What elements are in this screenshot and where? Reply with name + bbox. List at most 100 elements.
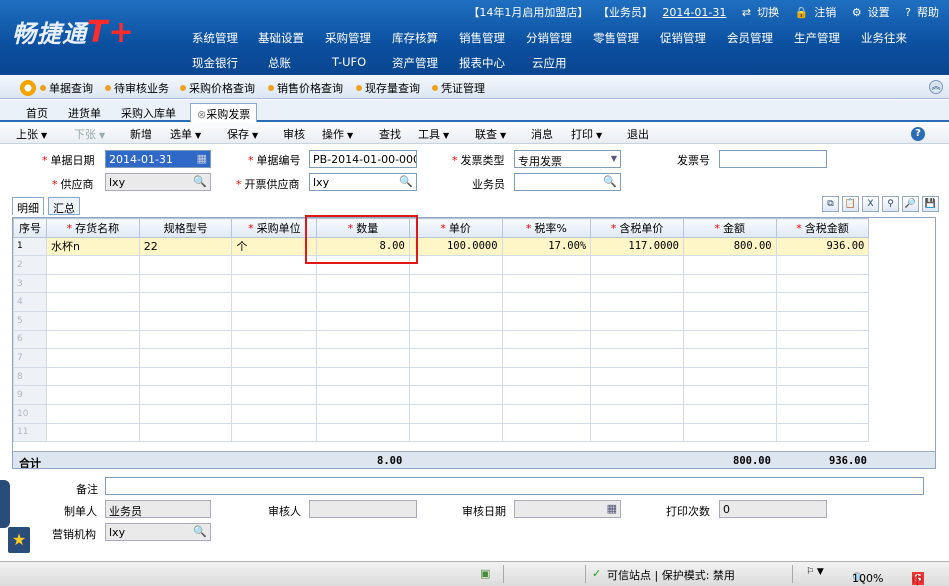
table-cell[interactable]: [408, 255, 503, 275]
copy-icon[interactable]: ⧉: [822, 196, 839, 212]
search-icon[interactable]: 🔍: [399, 175, 413, 188]
table-cell[interactable]: [501, 329, 592, 350]
table-cell[interactable]: [231, 422, 318, 443]
table-cell[interactable]: [408, 403, 503, 424]
menu-promotion[interactable]: 促销管理: [660, 30, 706, 46]
table-cell[interactable]: [408, 273, 503, 294]
cell-amount[interactable]: 800.00: [682, 236, 777, 257]
menu-reports[interactable]: 报表中心: [459, 55, 505, 71]
org-input[interactable]: lxy 🔍: [105, 523, 211, 541]
table-row[interactable]: 8: [13, 366, 935, 387]
table-cell[interactable]: [316, 422, 410, 443]
col-amount[interactable]: * 金额: [682, 218, 777, 238]
table-cell[interactable]: [138, 403, 233, 424]
table-cell[interactable]: [501, 348, 592, 368]
save-layout-icon[interactable]: 💾: [922, 196, 939, 212]
table-cell[interactable]: [408, 348, 503, 368]
collapse-icon[interactable]: ︽: [929, 80, 943, 94]
side-panel-handle[interactable]: [0, 480, 10, 528]
table-cell[interactable]: [590, 255, 684, 275]
cell-tax-amount[interactable]: 936.00: [775, 236, 870, 257]
col-seq[interactable]: 序号: [13, 218, 47, 238]
table-cell[interactable]: [45, 385, 140, 405]
col-tax-price[interactable]: * 含税单价: [590, 218, 684, 238]
table-cell[interactable]: [231, 292, 318, 312]
table-cell[interactable]: [231, 255, 318, 275]
login-date-link[interactable]: 2014-01-31: [662, 6, 726, 19]
invoice-type-select[interactable]: 专用发票 ▼: [514, 150, 621, 168]
filter-icon[interactable]: ⚲: [882, 196, 899, 212]
table-cell[interactable]: [501, 403, 592, 424]
table-row[interactable]: 5: [13, 310, 935, 331]
audit-button[interactable]: 审核: [283, 126, 305, 142]
select-doc-button[interactable]: 选单 ▼: [170, 126, 201, 142]
col-spec[interactable]: 规格型号: [138, 218, 233, 238]
table-cell[interactable]: [682, 292, 777, 312]
export-excel-icon[interactable]: X: [862, 196, 879, 212]
table-cell[interactable]: [231, 310, 318, 331]
favorites-star-icon[interactable]: ★: [8, 527, 30, 553]
table-cell[interactable]: [316, 329, 410, 350]
tab-purchase-order[interactable]: 进货单: [62, 103, 107, 122]
menu-ledger[interactable]: 总账: [268, 55, 291, 71]
table-cell[interactable]: [775, 329, 870, 350]
paste-icon[interactable]: 📋: [842, 196, 859, 212]
table-cell[interactable]: [775, 385, 870, 405]
table-cell[interactable]: [501, 366, 592, 387]
table-cell[interactable]: [138, 422, 233, 443]
quick-stock-query[interactable]: 现存量查询: [356, 80, 420, 96]
menu-business[interactable]: 业务往来: [861, 30, 907, 46]
table-cell[interactable]: [682, 255, 777, 275]
table-row[interactable]: 11: [13, 422, 935, 443]
menu-system[interactable]: 系统管理: [192, 30, 238, 46]
tab-detail[interactable]: 明细: [12, 197, 44, 215]
search-icon[interactable]: 🔍: [193, 175, 207, 188]
table-cell[interactable]: [138, 310, 233, 331]
table-cell[interactable]: [775, 422, 870, 443]
table-cell[interactable]: [231, 329, 318, 350]
table-cell[interactable]: [138, 348, 233, 368]
quick-voucher[interactable]: 凭证管理: [432, 80, 485, 96]
menu-cash-bank[interactable]: 现金银行: [192, 55, 238, 71]
table-cell[interactable]: [590, 422, 684, 443]
table-cell[interactable]: [138, 385, 233, 405]
preview-icon[interactable]: 🔎: [902, 196, 919, 212]
table-cell[interactable]: [590, 273, 684, 294]
tab-summary[interactable]: 汇总: [48, 197, 80, 215]
calendar-icon[interactable]: ▦: [197, 152, 207, 165]
menu-tufo[interactable]: T-UFO: [332, 55, 366, 69]
close-icon[interactable]: ⊗: [197, 108, 206, 121]
table-cell[interactable]: [316, 403, 410, 424]
operation-button[interactable]: 操作 ▼: [322, 126, 353, 142]
tab-purchase-receipt[interactable]: 采购入库单: [115, 103, 182, 122]
tools-button[interactable]: 工具 ▼: [418, 126, 449, 142]
next-button[interactable]: 下张 ▼: [74, 126, 105, 142]
message-button[interactable]: 消息: [531, 126, 553, 142]
table-cell[interactable]: [45, 329, 140, 350]
col-unit[interactable]: * 采购单位: [231, 218, 318, 238]
table-cell[interactable]: [775, 292, 870, 312]
table-cell[interactable]: [138, 273, 233, 294]
table-cell[interactable]: [775, 366, 870, 387]
table-cell[interactable]: [408, 310, 503, 331]
table-row[interactable]: 10: [13, 403, 935, 424]
table-cell[interactable]: [45, 310, 140, 331]
table-cell[interactable]: [682, 329, 777, 350]
table-row[interactable]: 9: [13, 385, 935, 405]
menu-basic-settings[interactable]: 基础设置: [258, 30, 304, 46]
cell-price[interactable]: 100.0000: [408, 236, 503, 257]
table-cell[interactable]: [590, 292, 684, 312]
table-cell[interactable]: [408, 366, 503, 387]
tab-purchase-invoice[interactable]: ⊗采购发票: [190, 103, 258, 122]
menu-production[interactable]: 生产管理: [794, 30, 840, 46]
menu-retail[interactable]: 零售管理: [593, 30, 639, 46]
quick-sales-price[interactable]: 销售价格查询: [268, 80, 343, 96]
save-button[interactable]: 保存 ▼: [227, 126, 258, 142]
table-cell[interactable]: [231, 366, 318, 387]
cell-tax-rate[interactable]: 17.00%: [501, 236, 592, 257]
table-cell[interactable]: [138, 255, 233, 275]
menu-purchase[interactable]: 采购管理: [325, 30, 371, 46]
table-cell[interactable]: [501, 310, 592, 331]
table-row[interactable]: 1 水杯n 22 个 8.00 100.0000 17.00% 117.0000…: [13, 236, 935, 257]
table-row[interactable]: 4: [13, 292, 935, 312]
